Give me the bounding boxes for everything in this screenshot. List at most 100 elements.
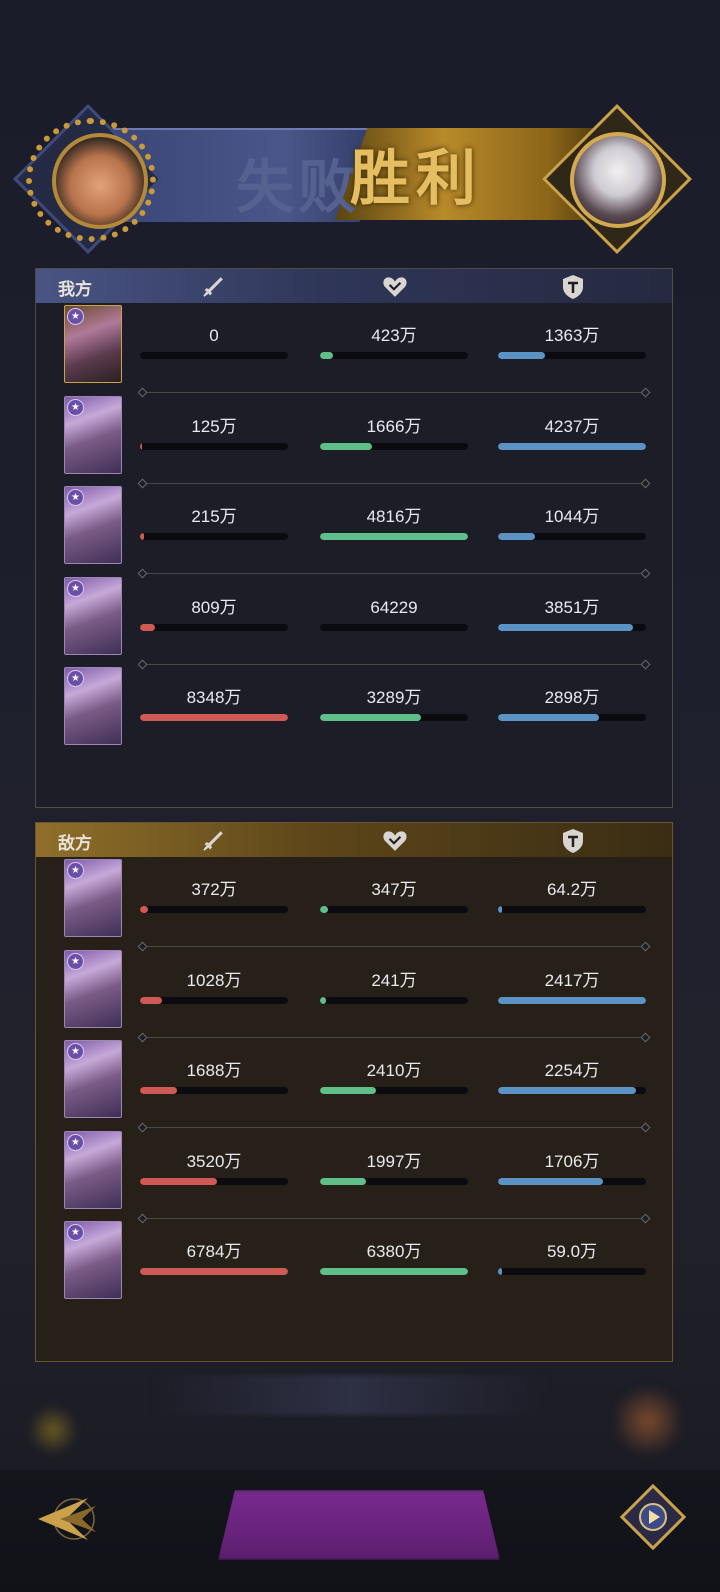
attack-value: 1028万: [186, 970, 242, 990]
victory-label: 胜利: [350, 144, 482, 214]
defense-bar-fill: [498, 1177, 604, 1185]
defense-bar-fill: [498, 442, 646, 450]
defense-bar: [498, 1177, 646, 1185]
defense-value: 1363万: [544, 326, 600, 345]
rank-badge-icon: ★: [67, 670, 84, 687]
attack-stat: 6784万: [140, 1241, 288, 1275]
blurred-background-badge: [28, 1405, 78, 1455]
attack-bar: [140, 714, 288, 721]
hero-card[interactable]: ★: [64, 667, 122, 745]
heal-bar: [320, 352, 468, 359]
defense-bar-fill: [498, 996, 646, 1004]
defense-bar: [498, 714, 646, 721]
defense-bar-fill: [498, 533, 535, 540]
heal-bar: [320, 714, 468, 721]
heal-bar: [320, 906, 468, 913]
defense-value: 2254万: [544, 1061, 600, 1080]
attack-stat: 809万: [140, 597, 288, 631]
heal-bar: [320, 1268, 468, 1275]
defense-stat: 4237万: [498, 416, 646, 450]
defense-value: 3851万: [544, 597, 600, 617]
confirm-button[interactable]: [218, 1490, 500, 1560]
defeat-label: 失败: [236, 153, 361, 221]
defense-stat: 2254万: [498, 1060, 646, 1094]
attack-stat: 8348万: [140, 687, 288, 721]
attack-stat: 372万: [140, 879, 288, 913]
result-banner: 失败 胜利: [0, 100, 720, 254]
heal-bar-fill: [320, 533, 468, 540]
heal-stat: 1666万: [320, 416, 468, 450]
attack-bar-fill: [140, 442, 143, 450]
shield-icon: [561, 828, 585, 854]
attack-value: 215万: [191, 507, 237, 526]
hero-card[interactable]: ★: [64, 1221, 122, 1299]
defense-stat: 64.2万: [498, 879, 646, 913]
hero-card[interactable]: ★: [64, 395, 122, 474]
defense-bar: [498, 996, 646, 1004]
blurred-background-bar: [150, 1375, 550, 1415]
attack-bar: [140, 352, 288, 359]
hero-row: ★ 809万 64229 3851万: [36, 575, 674, 666]
heal-bar-fill: [320, 714, 421, 721]
hero-card[interactable]: ★: [64, 486, 122, 564]
defense-value: 64.2万: [546, 880, 598, 899]
hero-card[interactable]: ★: [64, 1130, 122, 1209]
heart-icon: [382, 828, 408, 852]
attack-value: 1688万: [186, 1061, 242, 1080]
rank-badge-icon: ★: [67, 489, 84, 506]
back-arrow-icon[interactable]: [32, 1488, 104, 1550]
replay-button[interactable]: [619, 1483, 687, 1551]
hero-row: ★ 215万 4816万 1044万: [36, 484, 674, 575]
player-avatar[interactable]: [52, 133, 148, 229]
our-side-panel: 我方 ★ 0 423万 1363万 ★ 125万 1666万 4237万 ★ 215万 4816万 1…: [35, 268, 673, 808]
hero-card[interactable]: ★: [64, 305, 122, 383]
hero-card[interactable]: ★: [64, 859, 122, 937]
rank-badge-icon: ★: [67, 1224, 84, 1241]
attack-bar: [140, 1268, 288, 1275]
shield-icon: [561, 274, 585, 300]
enemy-avatar[interactable]: [570, 132, 666, 228]
enemy-side-panel: 敌方 ★ 372万 347万 64.2万 ★ 1028万 241万 2417万 ★ 1688万 24…: [35, 822, 673, 1362]
heal-value: 241万: [371, 970, 417, 990]
rank-badge-icon: ★: [67, 862, 84, 879]
attack-bar: [140, 996, 288, 1004]
sword-icon: [199, 828, 225, 854]
defense-stat: 1706万: [498, 1151, 646, 1185]
heal-stat: 241万: [320, 970, 468, 1004]
attack-value: 809万: [191, 597, 237, 617]
defense-value: 4237万: [544, 416, 600, 436]
attack-bar-fill: [140, 1268, 288, 1275]
attack-stat: 125万: [140, 416, 288, 450]
hero-row: ★ 1688万 2410万 2254万: [36, 1038, 674, 1129]
attack-bar: [140, 1177, 288, 1185]
rank-badge-icon: ★: [67, 579, 84, 597]
heal-value: 347万: [371, 880, 417, 899]
hero-row: ★ 6784万 6380万 59.0万: [36, 1219, 674, 1310]
heal-bar: [320, 1087, 468, 1094]
defense-bar: [498, 1087, 646, 1094]
heal-value: 6380万: [366, 1242, 422, 1261]
attack-bar-fill: [140, 996, 163, 1004]
defense-bar: [498, 623, 646, 631]
hero-row: ★ 8348万 3289万 2898万: [36, 665, 674, 756]
defense-value: 59.0万: [546, 1242, 598, 1261]
hero-row: ★ 125万 1666万 4237万: [36, 394, 674, 485]
heal-stat: 1997万: [320, 1151, 468, 1185]
heal-stat: 423万: [320, 325, 468, 359]
attack-bar: [140, 623, 288, 631]
hero-card[interactable]: ★: [64, 1040, 122, 1118]
hero-card[interactable]: ★: [64, 949, 122, 1028]
enemy-side-label: 敌方: [58, 834, 92, 853]
defense-bar: [498, 442, 646, 450]
heal-bar-fill: [320, 1177, 366, 1185]
attack-stat: 0: [140, 325, 288, 359]
heal-bar: [320, 623, 468, 631]
hero-card[interactable]: ★: [64, 576, 122, 655]
defense-stat: 59.0万: [498, 1241, 646, 1275]
heal-stat: 2410万: [320, 1060, 468, 1094]
attack-value: 3520万: [186, 1151, 242, 1171]
heal-stat: 6380万: [320, 1241, 468, 1275]
hero-row: ★ 372万 347万 64.2万: [36, 857, 674, 948]
defense-value: 1044万: [544, 507, 600, 526]
attack-bar-fill: [140, 1087, 177, 1094]
